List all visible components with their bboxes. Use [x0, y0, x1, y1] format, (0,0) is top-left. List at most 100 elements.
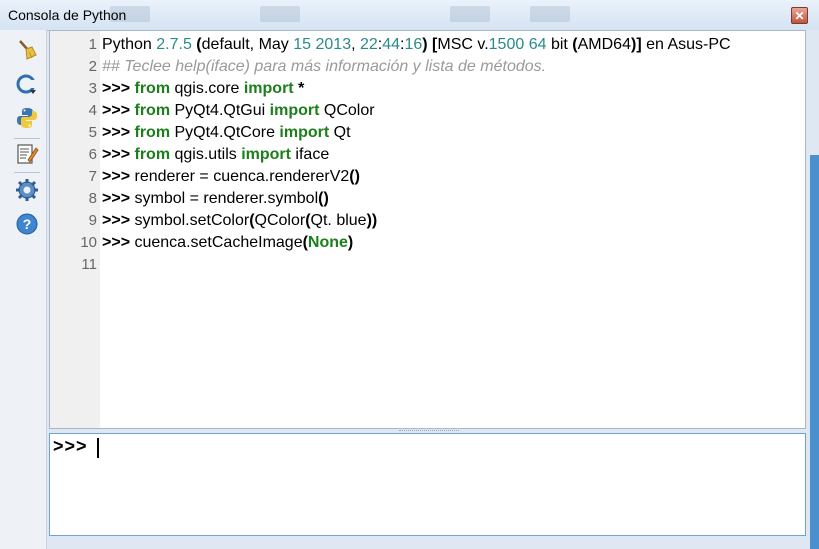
- code-text: >>> symbol = renderer.symbol(): [102, 188, 329, 210]
- code-token: *: [293, 80, 305, 97]
- code-token: renderer = cuenca.rendererV2: [134, 168, 350, 185]
- code-token: QColor: [254, 212, 306, 229]
- help-button[interactable]: ?: [15, 212, 39, 236]
- code-token: from: [134, 124, 171, 141]
- code-token: (): [318, 190, 329, 207]
- code-text: >>> renderer = cuenca.rendererV2(): [102, 166, 360, 188]
- code-token: qgis.core: [170, 80, 244, 97]
- code-token: >>>: [102, 146, 135, 163]
- code-token: symbol.setColor: [134, 212, 250, 229]
- code-text: >>> from qgis.core import *: [102, 78, 304, 100]
- toolbar-separator: [14, 138, 40, 139]
- code-token: ## Teclee help(iface) para más informaci…: [102, 58, 547, 75]
- show-editor-button[interactable]: [15, 142, 39, 166]
- code-token: from: [134, 102, 171, 119]
- line-number: 1: [88, 36, 97, 53]
- code-token: import: [279, 124, 330, 141]
- command-input[interactable]: >>>: [49, 433, 806, 536]
- input-prompt: >>>: [53, 436, 88, 456]
- code-token: 15: [293, 36, 312, 53]
- code-token: MSC v.: [437, 36, 489, 53]
- console-output-editor[interactable]: 1 Python 2.7.5 (default, May 15 2013, 22:…: [49, 30, 806, 429]
- code-token: Qt. blue: [310, 212, 367, 229]
- code-token: symbol = renderer.symbol: [134, 190, 319, 207]
- code-token: default, May: [201, 36, 294, 53]
- code-text: >>> from qgis.utils import iface: [102, 144, 329, 166]
- code-token: 22: [359, 36, 378, 53]
- broom-icon: [19, 40, 37, 60]
- settings-button[interactable]: [15, 178, 39, 202]
- code-text: >>> from PyQt4.QtCore import Qt: [102, 122, 351, 144]
- code-token: >>>: [102, 190, 135, 207]
- code-token: bit: [546, 36, 573, 53]
- editor-icon: [17, 144, 39, 164]
- python-icon: [17, 108, 37, 128]
- line-number: 6: [88, 146, 97, 163]
- code-token: (: [191, 36, 202, 53]
- run-python-button[interactable]: [15, 106, 39, 130]
- code-token: from: [134, 146, 171, 163]
- class-import-icon: [16, 74, 37, 94]
- code-token: QColor: [319, 102, 375, 119]
- code-token: )]: [630, 36, 642, 53]
- code-token: >>>: [102, 234, 135, 251]
- help-icon: ?: [16, 213, 38, 235]
- code-token: 64: [528, 36, 547, 53]
- code-token: Python: [102, 36, 157, 53]
- code-token: from: [134, 80, 171, 97]
- code-token: PyQt4.QtCore: [170, 124, 280, 141]
- background-window-ghost: [450, 6, 490, 22]
- close-button[interactable]: ✕: [791, 7, 808, 24]
- code-token: import: [243, 80, 294, 97]
- code-token: (): [349, 168, 360, 185]
- code-token: 44: [382, 36, 401, 53]
- code-token: ,: [351, 36, 360, 53]
- text-caret: [97, 438, 99, 458]
- code-token: iface: [290, 146, 330, 163]
- code-token: >>>: [102, 124, 135, 141]
- code-text: >>> symbol.setColor(QColor(Qt. blue)): [102, 210, 377, 232]
- code-token: ): [347, 234, 354, 251]
- line-number: 4: [88, 102, 97, 119]
- code-token: )): [366, 212, 378, 229]
- line-number: 8: [88, 190, 97, 207]
- code-token: import: [269, 102, 320, 119]
- code-token: qgis.utils: [170, 146, 242, 163]
- line-number: 5: [88, 124, 97, 141]
- code-token: >>>: [102, 102, 135, 119]
- background-window-ghost: [530, 6, 570, 22]
- line-number: 11: [81, 256, 97, 273]
- code-token: ) [: [422, 36, 438, 53]
- svg-text:?: ?: [23, 216, 32, 232]
- code-token: import: [241, 146, 291, 163]
- code-token: cuenca.setCacheImage: [134, 234, 303, 251]
- code-text: Python 2.7.5 (default, May 15 2013, 22:4…: [102, 34, 731, 56]
- code-token: 2.7.5: [156, 36, 192, 53]
- code-token: >>>: [102, 80, 135, 97]
- line-number: 7: [88, 168, 97, 185]
- code-text: ## Teclee help(iface) para más informaci…: [102, 56, 546, 78]
- code-token: 16: [404, 36, 423, 53]
- clear-console-button[interactable]: [15, 38, 39, 62]
- line-number: 2: [88, 58, 97, 75]
- line-number: 10: [80, 234, 97, 251]
- console-toolbar: ?: [0, 30, 47, 549]
- code-token: Qt: [329, 124, 351, 141]
- window-title: Consola de Python: [8, 7, 127, 23]
- code-token: 1500: [488, 36, 525, 53]
- code-token: 2013: [315, 36, 352, 53]
- code-token: >>>: [102, 212, 135, 229]
- code-token: en Asus-PC: [641, 36, 731, 53]
- code-token: None: [307, 234, 348, 251]
- toolbar-separator: [14, 172, 40, 173]
- gear-icon: [16, 179, 38, 201]
- background-window-edge: [810, 155, 819, 549]
- background-window-ghost: [260, 6, 300, 22]
- code-token: PyQt4.QtGui: [170, 102, 270, 119]
- code-token: AMD64: [577, 36, 631, 53]
- line-number: 9: [88, 212, 97, 229]
- code-token: >>>: [102, 168, 135, 185]
- code-text: >>> from PyQt4.QtGui import QColor: [102, 100, 375, 122]
- import-class-button[interactable]: [15, 72, 39, 96]
- line-number: 3: [88, 80, 97, 97]
